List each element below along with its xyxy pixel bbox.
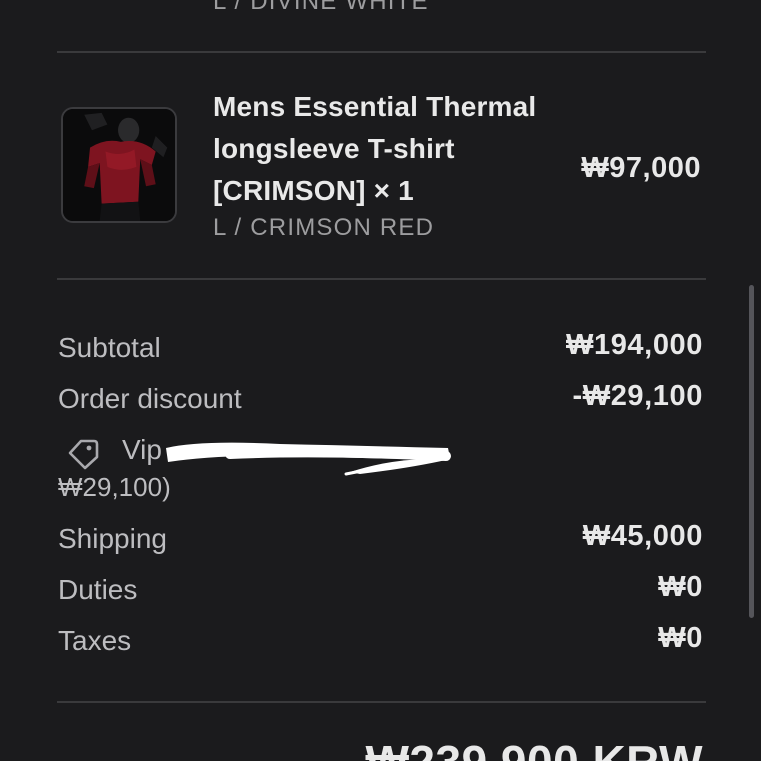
taxes-label: Taxes — [58, 625, 132, 656]
discount-code: Vip — [122, 434, 162, 465]
divider — [57, 701, 706, 703]
previous-item-variant: L / DIVINE WHITE — [213, 0, 429, 15]
shipping-label: Shipping — [58, 523, 167, 554]
product-variant: L / CRIMSON RED — [213, 214, 435, 241]
product-photo-icon — [63, 109, 175, 221]
subtotal-value: ₩194,000 — [566, 329, 703, 361]
order-discount-value: -₩29,100 — [572, 380, 703, 412]
divider — [57, 51, 706, 53]
shipping-value: ₩45,000 — [582, 520, 703, 552]
taxes-value: ₩0 — [658, 622, 703, 654]
divider — [57, 278, 706, 280]
order-summary-screen: L / DIVINE WHITE Mens Essential Thermal … — [0, 0, 761, 761]
scrollbar[interactable] — [749, 285, 754, 618]
product-title: Mens Essential Thermal longsleeve T-shir… — [213, 91, 537, 206]
product-price: ₩97,000 — [581, 152, 701, 184]
product-thumbnail[interactable] — [61, 107, 177, 223]
total-value: ₩239,900 KRW — [365, 735, 703, 761]
duties-label: Duties — [58, 574, 138, 605]
order-discount-label: Order discount — [58, 383, 242, 414]
redaction-scribble — [166, 442, 451, 476]
discount-code-amount: ₩29,100) — [58, 472, 171, 502]
subtotal-label: Subtotal — [58, 332, 161, 363]
duties-value: ₩0 — [658, 571, 703, 603]
tag-icon — [68, 439, 99, 470]
